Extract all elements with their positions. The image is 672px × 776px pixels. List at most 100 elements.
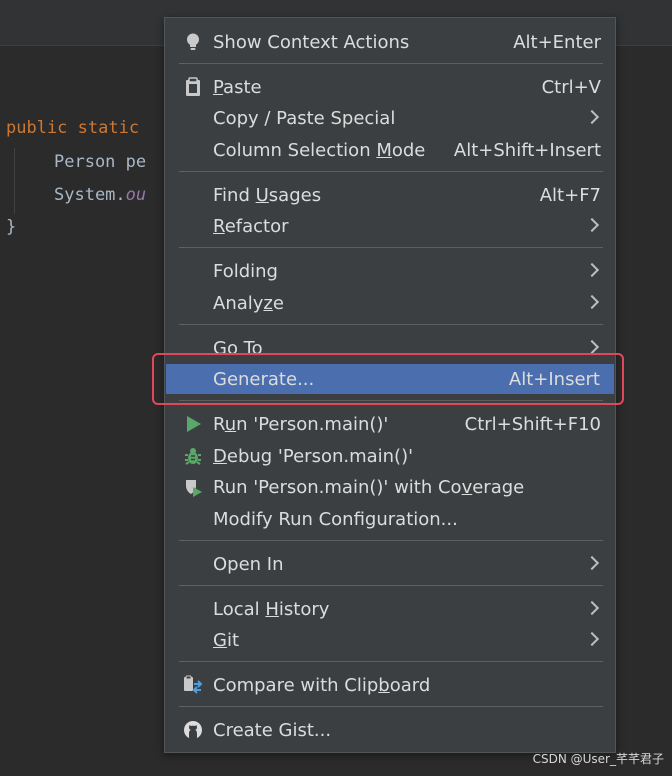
coverage-icon	[186, 480, 202, 497]
mnemonic: D	[213, 446, 227, 467]
menu-separator	[179, 661, 603, 662]
menu-item-label: Open In	[213, 554, 284, 575]
label-text: R	[213, 414, 225, 435]
menu-item-refactor[interactable]: Refactor	[165, 211, 615, 241]
chevron-right-icon	[584, 217, 600, 233]
mnemonic: H	[265, 599, 279, 620]
menu-item-generate[interactable]: Generate... Alt+Insert	[166, 364, 614, 394]
chevron-right-icon	[584, 555, 600, 571]
menu-item-run-with-coverage[interactable]: Run 'Person.main()' with Coverage	[165, 472, 615, 502]
menu-separator	[179, 171, 603, 172]
menu-item-shortcut: Alt+F7	[539, 185, 601, 206]
indent-guide	[14, 148, 15, 214]
code-field: ou	[125, 185, 147, 205]
menu-item-show-context-actions[interactable]: Show Context Actions Alt+Enter	[165, 27, 615, 57]
lightbulb-icon	[187, 33, 199, 50]
compare-icon	[184, 675, 203, 694]
context-menu: Show Context Actions Alt+Enter Paste Ctr…	[164, 17, 616, 753]
menu-item-label: Refactor	[213, 216, 289, 237]
code-keyword: public static	[6, 118, 140, 138]
label-text: e	[272, 293, 284, 314]
label-text: efactor	[224, 216, 289, 237]
run-icon	[187, 416, 201, 432]
code-line-4: }	[6, 217, 17, 237]
mnemonic: G	[213, 630, 227, 651]
clipboard-icon	[186, 77, 200, 96]
chevron-right-icon	[584, 339, 600, 355]
label-text: ode	[391, 140, 426, 161]
label-text: Find	[213, 185, 256, 206]
menu-item-label: Generate...	[213, 369, 315, 390]
chevron-right-icon	[584, 109, 600, 125]
menu-item-label: Compare with Clipboard	[213, 675, 430, 696]
menu-item-label: Analyze	[213, 293, 284, 314]
menu-item-label: Local History	[213, 599, 329, 620]
code-text: System.	[54, 185, 126, 205]
label-text: Compare with Clip	[213, 675, 379, 696]
menu-item-label: Show Context Actions	[213, 32, 410, 53]
menu-item-open-in[interactable]: Open In	[165, 549, 615, 579]
menu-item-copy-paste-special[interactable]: Copy / Paste Special	[165, 103, 615, 133]
chevron-right-icon	[584, 631, 600, 647]
menu-item-compare-with-clipboard[interactable]: Compare with Clipboard	[165, 670, 615, 700]
menu-separator	[179, 540, 603, 541]
menu-separator	[179, 247, 603, 248]
menu-item-label: Run 'Person.main()' with Coverage	[213, 477, 524, 498]
mnemonic: U	[255, 185, 269, 206]
menu-item-analyze[interactable]: Analyze	[165, 288, 615, 318]
menu-item-paste[interactable]: Paste Ctrl+V	[165, 72, 615, 102]
menu-item-label: Paste	[213, 77, 262, 98]
label-text: Local	[213, 599, 266, 620]
menu-item-folding[interactable]: Folding	[165, 256, 615, 286]
menu-item-label: Copy / Paste Special	[213, 108, 396, 129]
menu-item-label: Column Selection Mode	[213, 140, 425, 161]
menu-item-debug[interactable]: Debug 'Person.main()'	[165, 441, 615, 471]
menu-item-shortcut: Ctrl+V	[541, 77, 601, 98]
mnemonic: M	[376, 140, 392, 161]
menu-item-label: Debug 'Person.main()'	[213, 446, 413, 467]
label-text: erage	[472, 477, 525, 498]
menu-item-shortcut: Alt+Enter	[513, 32, 601, 53]
label-text: istory	[278, 599, 330, 620]
menu-item-shortcut: Alt+Shift+Insert	[453, 140, 601, 161]
label-text: n 'Person.main()'	[236, 414, 389, 435]
label-text: sages	[268, 185, 322, 206]
menu-item-label: Run 'Person.main()'	[213, 414, 388, 435]
menu-item-label: Go To	[213, 338, 263, 359]
menu-item-find-usages[interactable]: Find Usages Alt+F7	[165, 180, 615, 210]
mnemonic: z	[263, 293, 273, 314]
watermark: CSDN @User_芊芊君子	[532, 752, 664, 766]
menu-item-label: Create Gist...	[213, 720, 332, 741]
label-text: ebug 'Person.main()'	[226, 446, 414, 467]
code-line-2: Person pe	[54, 152, 147, 172]
menu-item-modify-run-configuration[interactable]: Modify Run Configuration...	[165, 504, 615, 534]
label-text: it	[226, 630, 240, 651]
label-text: aste	[223, 77, 262, 98]
mnemonic: u	[224, 414, 237, 435]
code-line-3: System.ou	[54, 185, 146, 205]
label-text: Column Selection	[213, 140, 377, 161]
mnemonic: R	[213, 216, 225, 237]
menu-item-column-selection-mode[interactable]: Column Selection Mode Alt+Shift+Insert	[165, 135, 615, 165]
mnemonic: P	[213, 77, 224, 98]
chevron-right-icon	[584, 294, 600, 310]
menu-item-label: Modify Run Configuration...	[213, 509, 458, 530]
menu-item-go-to[interactable]: Go To	[165, 333, 615, 363]
chevron-right-icon	[584, 262, 600, 278]
menu-item-label: Git	[213, 630, 239, 651]
menu-item-shortcut: Ctrl+Shift+F10	[464, 414, 601, 435]
menu-item-run[interactable]: Run 'Person.main()' Ctrl+Shift+F10	[165, 409, 615, 439]
menu-item-create-gist[interactable]: Create Gist...	[165, 715, 615, 745]
menu-item-label: Find Usages	[213, 185, 321, 206]
mnemonic: b	[378, 675, 390, 696]
chevron-right-icon	[584, 600, 600, 616]
debug-icon	[185, 448, 201, 465]
github-icon	[184, 721, 202, 739]
menu-item-local-history[interactable]: Local History	[165, 594, 615, 624]
label-text: Run 'Person.main()' with Co	[213, 477, 462, 498]
mnemonic: v	[461, 477, 473, 498]
code-line-1: public static	[6, 118, 139, 138]
menu-item-git[interactable]: Git	[165, 625, 615, 655]
menu-separator	[179, 63, 603, 64]
menu-separator	[179, 400, 603, 401]
